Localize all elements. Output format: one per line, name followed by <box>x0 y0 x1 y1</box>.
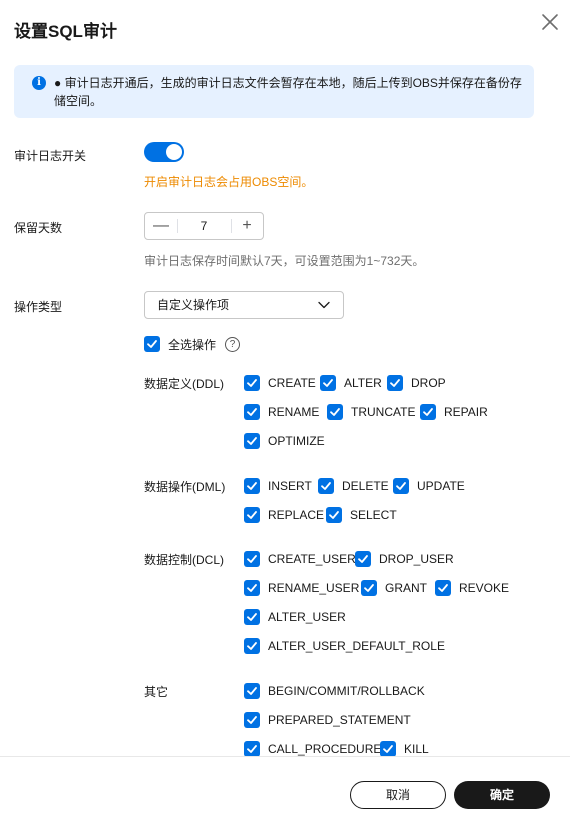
checkbox-checked-icon <box>244 507 260 523</box>
checkbox-dml-delete[interactable]: DELETE <box>318 477 389 495</box>
checkbox-label: DROP <box>411 376 446 390</box>
info-banner: i ● 审计日志开通后，生成的审计日志文件会暂存在本地，随后上传到OBS并保存在… <box>14 65 534 118</box>
checkbox-label: REPAIR <box>444 405 488 419</box>
checkbox-label: CREATE_USER <box>268 552 356 566</box>
checkbox-checked-icon <box>244 404 260 420</box>
other-group-label: 其它 <box>144 685 169 699</box>
retention-stepper: — + <box>144 212 264 240</box>
obs-warning-text: 开启审计日志会占用OBS空间。 <box>144 175 314 189</box>
checkbox-ddl-drop[interactable]: DROP <box>387 374 446 392</box>
checkbox-dml-update[interactable]: UPDATE <box>393 477 465 495</box>
confirm-button[interactable]: 确定 <box>454 781 550 809</box>
checkbox-ddl-create[interactable]: CREATE <box>244 374 316 392</box>
dialog-footer: 取消 确定 <box>0 756 570 820</box>
checkbox-ddl-optimize[interactable]: OPTIMIZE <box>244 432 325 450</box>
checkbox-checked-icon <box>327 404 343 420</box>
checkbox-label: DROP_USER <box>379 552 454 566</box>
checkbox-ddl-alter[interactable]: ALTER <box>320 374 382 392</box>
checkbox-label: UPDATE <box>417 479 465 493</box>
checkbox-checked-icon <box>244 712 260 728</box>
info-text: ● 审计日志开通后，生成的审计日志文件会暂存在本地，随后上传到OBS并保存在备份… <box>54 76 522 108</box>
checkbox-checked-icon <box>420 404 436 420</box>
retention-days-input[interactable] <box>178 213 230 239</box>
checkbox-label: ALTER_USER_DEFAULT_ROLE <box>268 639 445 653</box>
audit-switch-label: 审计日志开关 <box>14 149 87 163</box>
dcl-group-label: 数据控制(DCL) <box>144 553 224 567</box>
operation-type-label: 操作类型 <box>14 300 63 314</box>
ddl-group-label: 数据定义(DDL) <box>144 377 224 391</box>
checkbox-other-begin-commit-rollback[interactable]: BEGIN/COMMIT/ROLLBACK <box>244 682 425 700</box>
checkbox-checked-icon <box>355 551 371 567</box>
audit-log-toggle[interactable] <box>144 142 184 162</box>
sql-audit-dialog: 设置SQL审计 i ● 审计日志开通后，生成的审计日志文件会暂存在本地，随后上传… <box>0 0 570 820</box>
checkbox-other-prepared-statement[interactable]: PREPARED_STATEMENT <box>244 711 411 729</box>
checkbox-label: SELECT <box>350 508 397 522</box>
checkbox-checked-icon <box>244 580 260 596</box>
retention-label: 保留天数 <box>14 221 63 235</box>
checkbox-ddl-repair[interactable]: REPAIR <box>420 403 488 421</box>
checkbox-checked-icon <box>244 741 260 757</box>
checkbox-checked-icon <box>393 478 409 494</box>
select-all-checkbox[interactable]: 全选操作 <box>144 335 216 353</box>
checkbox-checked-icon <box>244 683 260 699</box>
checkbox-checked-icon <box>326 507 342 523</box>
checkbox-dcl-create-user[interactable]: CREATE_USER <box>244 550 356 568</box>
chevron-down-icon <box>318 299 330 311</box>
retention-hint: 审计日志保存时间默认7天，可设置范围为1~732天。 <box>144 254 425 268</box>
cancel-button[interactable]: 取消 <box>350 781 446 809</box>
checkbox-label: REPLACE <box>268 508 325 522</box>
checkbox-label: PREPARED_STATEMENT <box>268 713 411 727</box>
checkbox-label: GRANT <box>385 581 427 595</box>
close-icon[interactable] <box>538 10 562 34</box>
checkbox-label: INSERT <box>268 479 312 493</box>
checkbox-checked-icon <box>244 609 260 625</box>
select-all-label: 全选操作 <box>168 337 217 352</box>
checkbox-label: BEGIN/COMMIT/ROLLBACK <box>268 684 425 698</box>
checkbox-dml-insert[interactable]: INSERT <box>244 477 312 495</box>
checkbox-checked-icon <box>380 741 396 757</box>
checkbox-checked-icon <box>244 638 260 654</box>
checkbox-dml-replace[interactable]: REPLACE <box>244 506 324 524</box>
checkbox-ddl-rename[interactable]: RENAME <box>244 403 319 421</box>
operation-type-value: 自定义操作项 <box>157 298 230 312</box>
checkbox-label: RENAME <box>268 405 320 419</box>
checkbox-checked-icon <box>318 478 334 494</box>
checkbox-label: CALL_PROCEDURE <box>268 742 382 756</box>
toggle-knob <box>166 144 182 160</box>
checkbox-dcl-drop-user[interactable]: DROP_USER <box>355 550 454 568</box>
checkbox-label: CREATE <box>268 376 316 390</box>
checkbox-checked-icon <box>320 375 336 391</box>
checkbox-checked-icon <box>435 580 451 596</box>
operation-type-select[interactable]: 自定义操作项 <box>144 291 344 319</box>
checkbox-ddl-truncate[interactable]: TRUNCATE <box>327 403 415 421</box>
checkbox-checked-icon <box>244 433 260 449</box>
checkbox-label: ALTER_USER <box>268 610 346 624</box>
increment-button[interactable]: + <box>231 213 263 239</box>
checkbox-label: TRUNCATE <box>351 405 416 419</box>
checkbox-label: KILL <box>404 742 429 756</box>
checkbox-checked-icon <box>244 551 260 567</box>
checkbox-label: OPTIMIZE <box>268 434 325 448</box>
info-icon: i <box>32 76 46 90</box>
checkbox-checked-icon <box>387 375 403 391</box>
checkbox-dml-select[interactable]: SELECT <box>326 506 397 524</box>
checkbox-checked-icon <box>244 478 260 494</box>
dialog-title: 设置SQL审计 <box>14 22 117 41</box>
checkbox-dcl-revoke[interactable]: REVOKE <box>435 579 509 597</box>
checkbox-dcl-grant[interactable]: GRANT <box>361 579 427 597</box>
checkbox-label: RENAME_USER <box>268 581 360 595</box>
checkbox-checked-icon <box>361 580 377 596</box>
checkbox-checked-icon <box>244 375 260 391</box>
help-icon[interactable]: ? <box>225 337 240 352</box>
checkbox-dcl-alter-user[interactable]: ALTER_USER <box>244 608 346 626</box>
checkbox-dcl-alter-user-default-role[interactable]: ALTER_USER_DEFAULT_ROLE <box>244 637 445 655</box>
decrement-button[interactable]: — <box>145 213 177 239</box>
checkbox-label: DELETE <box>342 479 389 493</box>
checkbox-label: REVOKE <box>459 581 510 595</box>
checkbox-label: ALTER <box>344 376 382 390</box>
checkbox-checked-icon <box>144 336 160 352</box>
checkbox-dcl-rename-user[interactable]: RENAME_USER <box>244 579 359 597</box>
dml-group-label: 数据操作(DML) <box>144 480 226 494</box>
